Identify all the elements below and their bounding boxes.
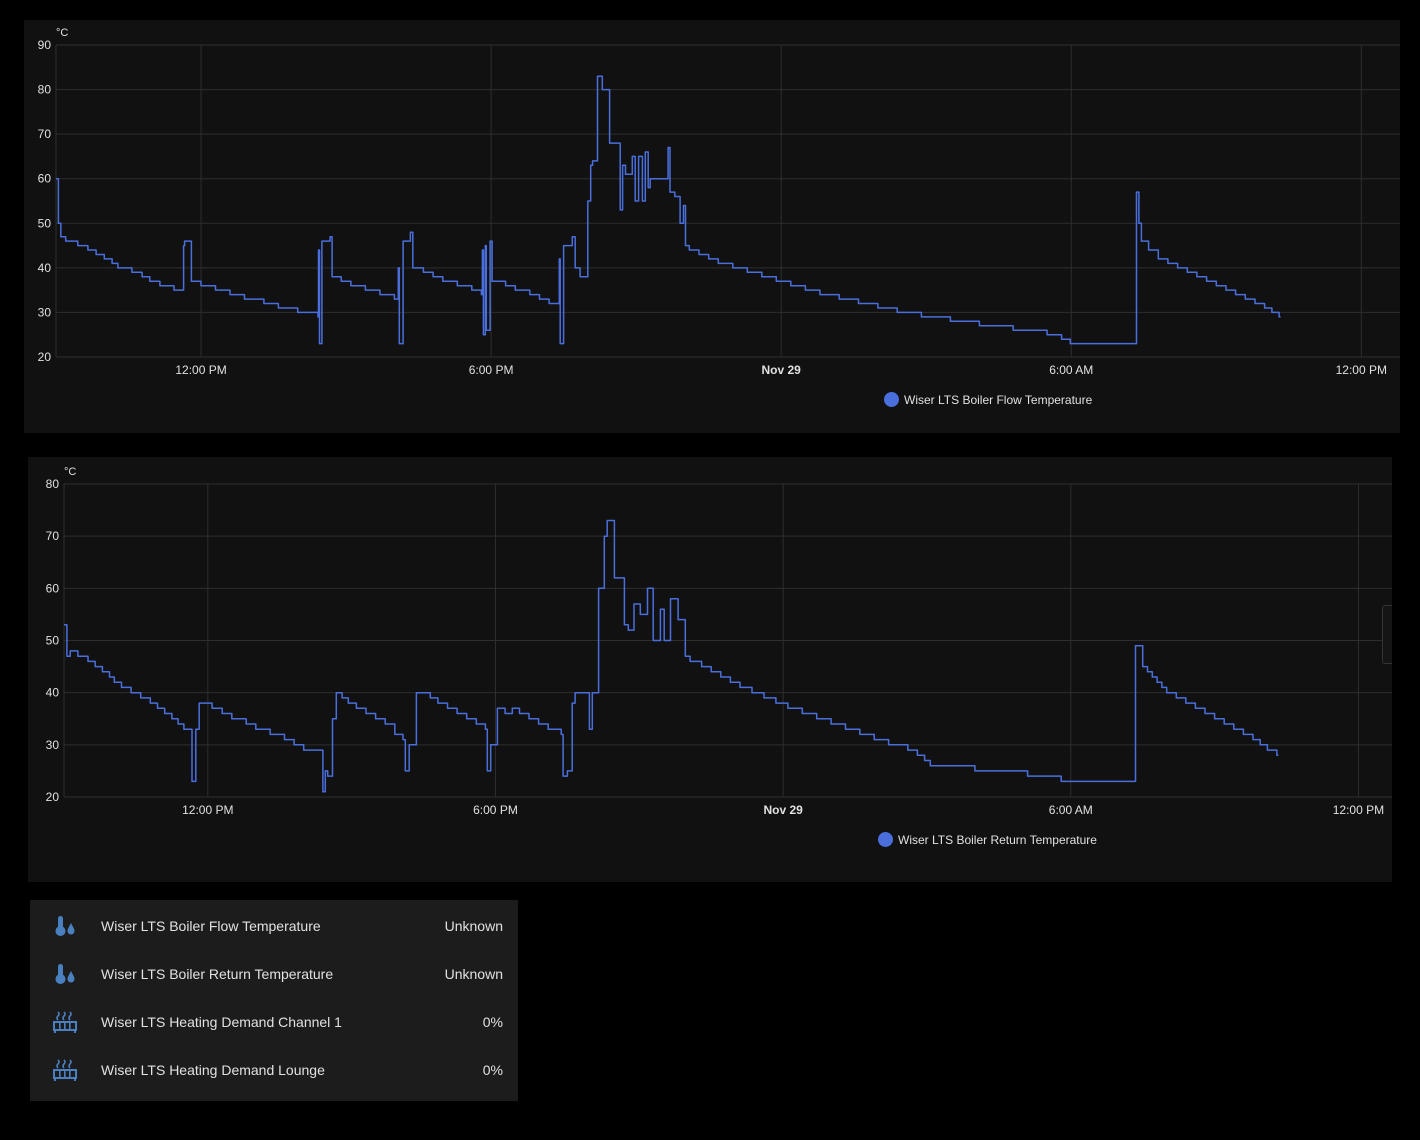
entity-row-boiler-flow-temperature[interactable]: Wiser LTS Boiler Flow Temperature Unknow… — [30, 902, 518, 950]
x-tick-label: Nov 29 — [763, 803, 803, 817]
entity-state: 0% — [482, 1062, 503, 1078]
y-tick-label: 70 — [46, 529, 60, 543]
entities-card: Wiser LTS Boiler Flow Temperature Unknow… — [30, 900, 518, 1101]
y-tick-label: 60 — [38, 172, 52, 186]
x-tick-label: 12:00 PM — [182, 803, 233, 817]
flow-temperature-chart[interactable]: 20 30 40 50 60 70 80 90 °C 12:00 PM 6:00 PM Nov 29 6… — [24, 20, 1400, 433]
y-tick-label: 90 — [38, 38, 52, 52]
legend-label: Wiser LTS Boiler Flow Temperature — [904, 392, 1093, 407]
return-temperature-history-card: 20 30 40 50 60 70 80 °C 12:00 PM 6:00 PM Nov 29 6:0… — [28, 457, 1392, 882]
entity-state: 0% — [482, 1014, 503, 1030]
radiator-icon — [53, 1011, 77, 1033]
entity-name: Wiser LTS Boiler Return Temperature — [101, 966, 334, 982]
y-tick-label: 30 — [46, 738, 60, 752]
y-tick-label: 30 — [38, 305, 52, 319]
y-tick-label: 40 — [38, 261, 52, 275]
x-tick-label: 6:00 AM — [1049, 803, 1093, 817]
zoom-handle[interactable] — [1382, 605, 1392, 664]
y-tick-label: 70 — [38, 127, 52, 141]
return-temperature-chart[interactable]: 20 30 40 50 60 70 80 °C 12:00 PM 6:00 PM Nov 29 6:0… — [28, 457, 1392, 882]
flow-temperature-history-card: 20 30 40 50 60 70 80 90 °C 12:00 PM 6:00 PM Nov 29 6… — [24, 20, 1400, 433]
y-unit-label: °C — [56, 27, 68, 39]
legend-item-return-temperature[interactable]: Wiser LTS Boiler Return Temperature — [878, 832, 1097, 847]
legend-color-dot — [884, 392, 899, 407]
entity-name: Wiser LTS Heating Demand Channel 1 — [101, 1014, 342, 1030]
y-tick-label: 20 — [46, 790, 60, 804]
entity-row-heating-demand-channel-1[interactable]: Wiser LTS Heating Demand Channel 1 0% — [30, 998, 518, 1046]
entity-name: Wiser LTS Boiler Flow Temperature — [101, 918, 321, 934]
x-tick-label: 12:00 PM — [1336, 363, 1387, 377]
y-tick-label: 40 — [46, 686, 60, 700]
y-tick-label: 50 — [46, 634, 60, 648]
y-unit-label: °C — [64, 466, 76, 478]
x-tick-label: 12:00 PM — [1333, 803, 1384, 817]
legend-color-dot — [878, 832, 893, 847]
x-tick-label: 12:00 PM — [175, 363, 226, 377]
series-line — [56, 75, 1281, 345]
entity-name: Wiser LTS Heating Demand Lounge — [101, 1062, 325, 1078]
x-tick-label: 6:00 PM — [469, 363, 514, 377]
entity-row-heating-demand-lounge[interactable]: Wiser LTS Heating Demand Lounge 0% — [30, 1046, 518, 1094]
x-tick-label: Nov 29 — [762, 363, 802, 377]
thermometer-water-icon — [55, 964, 75, 984]
radiator-icon — [53, 1059, 77, 1081]
x-tick-label: 6:00 AM — [1049, 363, 1093, 377]
entity-state: Unknown — [444, 966, 503, 982]
legend-item-flow-temperature[interactable]: Wiser LTS Boiler Flow Temperature — [884, 392, 1092, 407]
y-tick-label: 80 — [46, 477, 60, 491]
entity-state: Unknown — [444, 918, 503, 934]
y-tick-label: 60 — [46, 581, 60, 595]
series-line — [64, 519, 1279, 793]
y-tick-label: 20 — [38, 350, 52, 364]
x-tick-label: 6:00 PM — [473, 803, 518, 817]
y-tick-label: 80 — [38, 83, 52, 97]
entity-row-boiler-return-temperature[interactable]: Wiser LTS Boiler Return Temperature Unkn… — [30, 950, 518, 998]
legend-label: Wiser LTS Boiler Return Temperature — [898, 832, 1097, 847]
thermometer-water-icon — [55, 916, 75, 936]
y-tick-label: 50 — [38, 216, 52, 230]
